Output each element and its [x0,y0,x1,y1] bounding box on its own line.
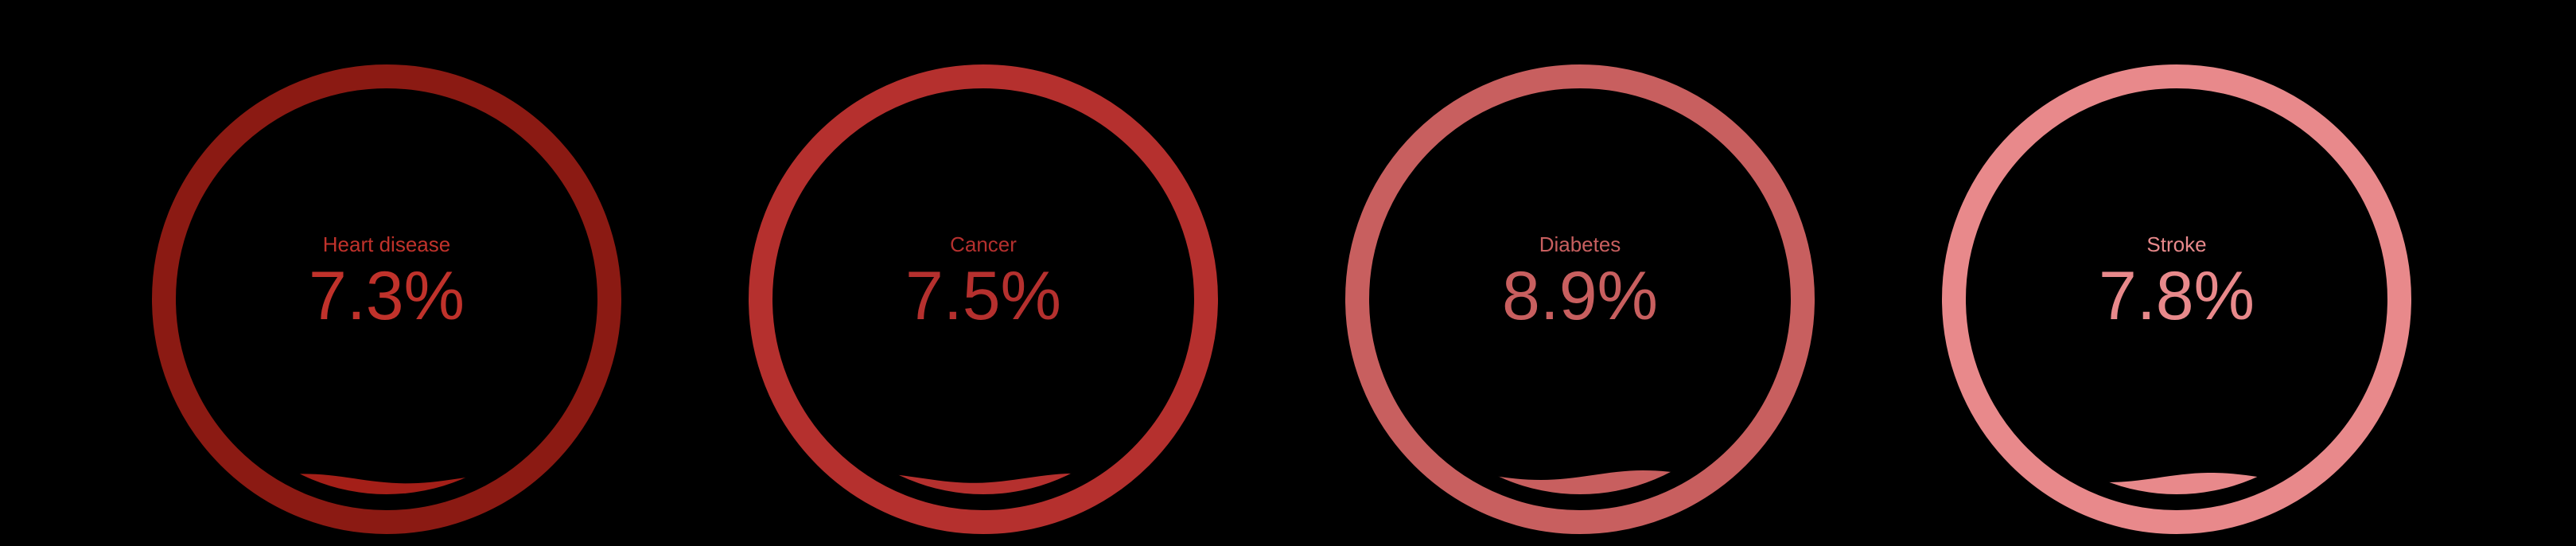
gauge-label: Heart disease [322,232,451,256]
gauge-label: Diabetes [1539,232,1621,256]
gauge-label: Stroke [2146,232,2207,256]
gauge-value: 7.8% [2098,258,2255,334]
gauge-cancer: Cancer 7.5% [745,60,1222,538]
gauge-value: 7.3% [308,258,465,334]
gauge-diabetes: Diabetes 8.9% [1341,60,1819,538]
gauge-heart-disease: Heart disease 7.3% [148,60,625,538]
gauge-value: 7.5% [905,258,1062,334]
gauge-value: 8.9% [1501,258,1659,334]
gauge-label: Cancer [950,232,1017,256]
gauge-stroke: Stroke 7.8% [1938,60,2415,538]
chart-canvas: Heart disease 7.3% Cancer 7.5% Diabetes … [0,0,2576,546]
